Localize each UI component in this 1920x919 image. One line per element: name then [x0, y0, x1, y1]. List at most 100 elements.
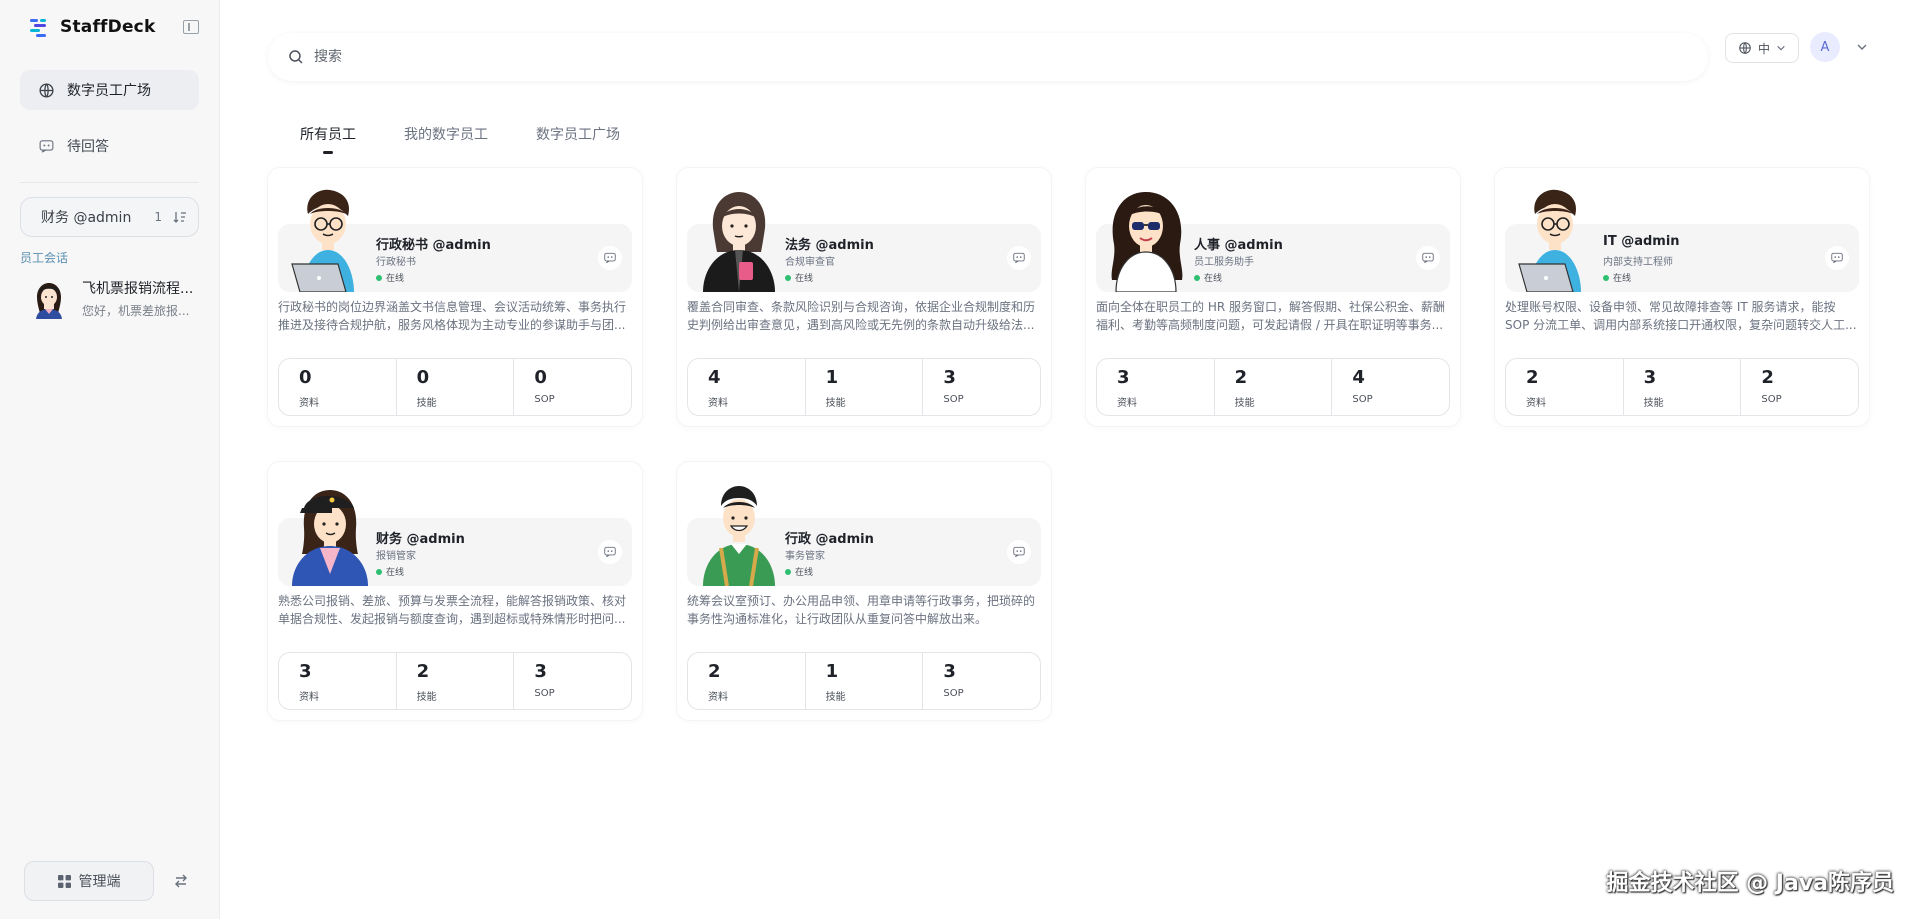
chat-button[interactable]: [598, 246, 622, 270]
staff-stats: 3 资料 2 技能 3 SOP: [278, 652, 632, 710]
chat-button[interactable]: [1825, 246, 1849, 270]
status-dot-icon: [1194, 274, 1200, 281]
stat-skills-value: 2: [1234, 367, 1248, 388]
staff-role: 行政秘书: [376, 257, 416, 268]
status-badge: 在线: [1603, 271, 1631, 284]
stat-skills: 1 技能: [806, 653, 924, 709]
stat-skills-value: 2: [416, 661, 430, 682]
staff-card-header: 人事 @admin 员工服务助手 在线: [1096, 192, 1450, 293]
stat-sop-value: 0: [534, 367, 547, 388]
user-avatar[interactable]: A: [1810, 32, 1840, 62]
status-label: 在线: [795, 568, 814, 578]
avatar-woman-sunglasses-icon: [1100, 184, 1192, 293]
stat-sop-label: SOP: [943, 688, 964, 699]
staff-card-header: 行政秘书 @admin 行政秘书 在线: [278, 189, 632, 293]
stat-sop-label: SOP: [1761, 394, 1782, 405]
staff-card[interactable]: IT @admin 内部支持工程师 在线 处理账号权限、设备申领、常见故障排查等…: [1495, 168, 1869, 426]
nav-item-plaza[interactable]: 数字员工广场: [20, 70, 199, 110]
tab-staff-plaza[interactable]: 数字员工广场: [536, 124, 620, 154]
stat-docs: 0 资料: [279, 359, 397, 415]
stat-skills-label: 技能: [416, 692, 437, 703]
stat-docs-label: 资料: [1526, 398, 1546, 409]
stat-docs-value: 0: [299, 367, 312, 388]
stat-skills: 1 技能: [806, 359, 924, 415]
staff-name: 财务 @admin: [376, 532, 465, 547]
language-switcher[interactable]: 中: [1725, 33, 1799, 63]
sidebar-collapse-icon[interactable]: [183, 20, 199, 34]
status-dot-icon: [376, 274, 382, 281]
stat-sop: 3 SOP: [923, 653, 1040, 709]
sort-icon[interactable]: [172, 209, 188, 225]
stat-sop-value: 3: [534, 661, 547, 682]
chat-button[interactable]: [598, 540, 622, 564]
staff-card[interactable]: 行政 @admin 事务管家 在线 统筹会议室预订、办公用品申领、用章申请等行政…: [677, 462, 1051, 720]
conversation-preview: 您好，机票差旅报...: [82, 303, 190, 318]
stat-sop-label: SOP: [534, 688, 555, 699]
stat-skills: 2 技能: [397, 653, 515, 709]
app-root: StaffDeck 数字员工广场 待回答 财务 @admin 1 员工会话 飞机…: [0, 0, 1920, 919]
brand-name: StaffDeck: [60, 17, 156, 37]
stat-docs-value: 2: [708, 661, 721, 682]
admin-button[interactable]: 管理端: [24, 861, 154, 901]
swap-icon[interactable]: [173, 873, 189, 889]
nav-item-pending[interactable]: 待回答: [20, 126, 199, 166]
staff-stats: 4 资料 1 技能 3 SOP: [687, 358, 1041, 416]
stat-docs-label: 资料: [1117, 398, 1137, 409]
stat-docs: 2 资料: [1506, 359, 1624, 415]
staff-card[interactable]: 人事 @admin 员工服务助手 在线 面向全体在职员工的 HR 服务窗口，解答…: [1086, 168, 1460, 426]
staff-description: 熟悉公司报销、差旅、预算与发票全流程，能解答报销政策、核对单据合规性、发起报销与…: [278, 594, 627, 626]
stat-docs-label: 资料: [708, 398, 728, 409]
globe-icon: [1739, 42, 1751, 54]
staff-description: 覆盖合同审查、条款风险识别与合规咨询，依据企业合规制度和历史判例给出审查意见，遇…: [687, 300, 1036, 332]
stat-skills-label: 技能: [1234, 398, 1255, 409]
agent-selector[interactable]: 财务 @admin 1: [20, 197, 199, 237]
stat-skills: 3 技能: [1624, 359, 1742, 415]
search-input[interactable]: [311, 48, 1688, 66]
staff-name: 人事 @admin: [1194, 238, 1283, 253]
staff-name: 行政秘书 @admin: [376, 238, 491, 253]
chat-button[interactable]: [1416, 246, 1440, 270]
chat-button[interactable]: [1007, 540, 1031, 564]
chat-button[interactable]: [1007, 246, 1031, 270]
agent-selector-count: 1: [154, 210, 162, 224]
staff-card[interactable]: 法务 @admin 合规审查官 在线 覆盖合同审查、条款风险识别与合规咨询，依据…: [677, 168, 1051, 426]
stat-sop: 3 SOP: [514, 653, 631, 709]
stat-skills: 2 技能: [1215, 359, 1333, 415]
staff-role: 事务管家: [785, 551, 825, 562]
staff-description: 行政秘书的岗位边界涵盖文书信息管理、会议活动统筹、事务执行推进及接待合规护航，服…: [278, 300, 627, 332]
conversations-label: 员工会话: [20, 251, 69, 265]
main-content: 中 A 所有员工 我的数字员工 数字员工广场 行政秘书 @admin 行政秘书 …: [220, 0, 1920, 919]
stat-docs: 3 资料: [1097, 359, 1215, 415]
staff-description: 处理账号权限、设备申领、常见故障排查等 IT 服务请求，能按 SOP 分流工单、…: [1505, 300, 1857, 332]
stat-sop-label: SOP: [1352, 394, 1373, 405]
staff-role: 合规审查官: [785, 257, 835, 268]
status-badge: 在线: [376, 565, 404, 578]
conversation-text: 飞机票报销流程... 您好，机票差旅报...: [82, 278, 199, 319]
tab-my-staff[interactable]: 我的数字员工: [404, 124, 488, 154]
status-badge: 在线: [1194, 271, 1222, 284]
status-badge: 在线: [785, 271, 813, 284]
stat-docs-label: 资料: [708, 692, 728, 703]
staff-card[interactable]: 行政秘书 @admin 行政秘书 在线 行政秘书的岗位边界涵盖文书信息管理、会议…: [268, 168, 642, 426]
staff-card[interactable]: 财务 @admin 报销管家 在线 熟悉公司报销、差旅、预算与发票全流程，能解答…: [268, 462, 642, 720]
stat-docs-value: 3: [1117, 367, 1130, 388]
conversation-item[interactable]: 飞机票报销流程... 您好，机票差旅报...: [0, 274, 219, 322]
staff-stats: 2 资料 3 技能 2 SOP: [1505, 358, 1859, 416]
stat-skills-value: 3: [1643, 367, 1657, 388]
status-dot-icon: [785, 568, 791, 575]
status-badge: 在线: [785, 565, 813, 578]
language-label: 中: [1757, 41, 1770, 56]
chat-icon: [604, 252, 616, 264]
agent-selector-label: 财务 @admin: [41, 210, 132, 226]
chevron-down-icon[interactable]: [1856, 41, 1868, 53]
tab-all-staff[interactable]: 所有员工: [300, 124, 356, 154]
stat-skills-label: 技能: [825, 398, 846, 409]
grid-icon: [57, 874, 71, 888]
stat-skills-value: 1: [825, 661, 839, 682]
chat-icon: [604, 546, 616, 558]
staff-role: 内部支持工程师: [1603, 257, 1673, 268]
status-label: 在线: [1613, 274, 1632, 284]
staff-card-header: 法务 @admin 合规审查官 在线: [687, 192, 1041, 292]
stat-skills: 0 技能: [397, 359, 515, 415]
search-bar[interactable]: [268, 33, 1708, 81]
